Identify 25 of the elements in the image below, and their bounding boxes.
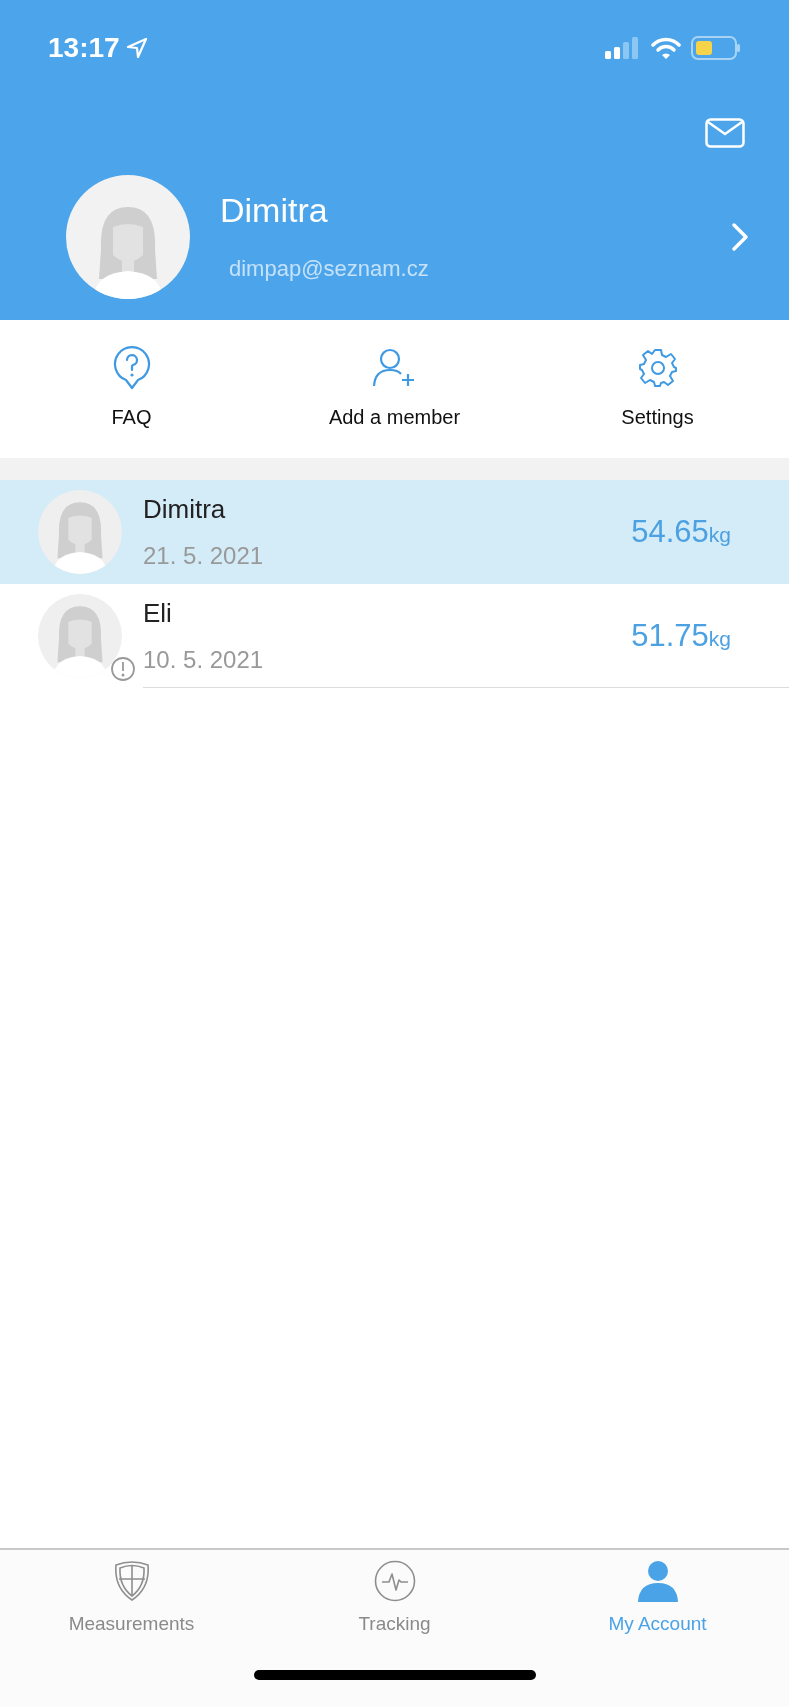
- question-icon: [112, 346, 151, 390]
- member-row[interactable]: Dimitra 21. 5. 2021 54.65kg: [0, 480, 789, 584]
- signal-icon: [605, 37, 641, 59]
- location-arrow-icon: [125, 37, 148, 59]
- profile-name: Dimitra: [220, 189, 329, 230]
- member-name: Eli: [143, 598, 173, 628]
- action-button[interactable]: Add a member: [263, 346, 526, 432]
- profile-email: dimpap@seznam.cz: [229, 254, 430, 283]
- action-button[interactable]: Settings: [526, 346, 789, 432]
- mail-icon[interactable]: [705, 118, 745, 148]
- status-time: 13:17: [48, 31, 120, 65]
- weight-value: 51.75: [631, 616, 709, 655]
- weight-unit: kg: [708, 521, 731, 548]
- action-button[interactable]: FAQ: [0, 346, 263, 432]
- battery-icon: [691, 36, 741, 60]
- settings-icon: [637, 348, 678, 388]
- weight-unit: kg: [708, 625, 731, 652]
- chevron-right-icon[interactable]: [731, 222, 749, 252]
- member-date: 21. 5. 2021: [143, 542, 265, 570]
- weight-value: 54.65: [631, 512, 709, 551]
- heartbeat-icon: [373, 1560, 416, 1602]
- member-date: 10. 5. 2021: [143, 646, 265, 674]
- member-name: Dimitra: [143, 494, 227, 524]
- wifi-icon: [651, 37, 681, 59]
- person-icon: [636, 1560, 679, 1602]
